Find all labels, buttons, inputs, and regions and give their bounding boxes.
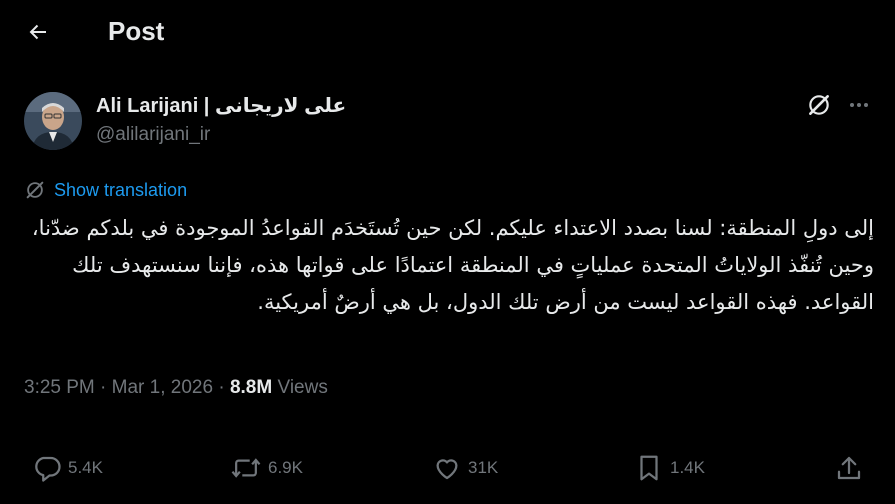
author-handle[interactable]: @alilarijani_ir bbox=[96, 124, 210, 146]
like-button[interactable]: 31K bbox=[432, 448, 498, 488]
page-title: Post bbox=[108, 16, 165, 46]
show-translation-label: Show translation bbox=[54, 179, 188, 200]
share-button[interactable] bbox=[834, 448, 864, 488]
reply-button[interactable]: 5.4K bbox=[32, 448, 103, 488]
avatar[interactable] bbox=[24, 92, 82, 150]
repost-icon bbox=[231, 458, 261, 478]
like-count: 31K bbox=[468, 458, 499, 477]
more-button[interactable] bbox=[844, 90, 874, 120]
tweet-text: إلى دولِ المنطقة: لسنا بصدد الاعتداء علي… bbox=[31, 216, 874, 314]
reply-count: 5.4K bbox=[68, 458, 103, 477]
repost-count: 6.9K bbox=[268, 458, 303, 477]
action-bar: 5.4K 6.9K 31K 1.4K bbox=[0, 448, 895, 488]
more-icon bbox=[850, 103, 868, 107]
tweet-meta: 3:25 PM · Mar 1, 2026 · 8.8M Views bbox=[24, 377, 328, 399]
bookmark-icon bbox=[640, 455, 658, 481]
views-label: Views bbox=[277, 377, 328, 398]
avatar-image bbox=[24, 92, 82, 150]
translate-icon bbox=[26, 181, 44, 199]
top-bar: Post bbox=[0, 0, 895, 64]
bookmark-button[interactable]: 1.4K bbox=[634, 448, 705, 488]
share-icon bbox=[837, 456, 861, 480]
repost-button[interactable]: 6.9K bbox=[230, 448, 303, 488]
bookmark-count: 1.4K bbox=[670, 458, 705, 477]
back-arrow-icon bbox=[29, 24, 46, 40]
like-icon bbox=[436, 459, 458, 480]
post-time[interactable]: 3:25 PM bbox=[24, 377, 95, 398]
reply-icon bbox=[35, 456, 61, 482]
meta-separator: · bbox=[100, 377, 112, 398]
show-translation-link[interactable]: Show translation bbox=[24, 178, 187, 202]
views-count: 8.8M bbox=[229, 377, 273, 398]
back-button[interactable] bbox=[22, 16, 54, 48]
meta-separator: · bbox=[218, 377, 230, 398]
post-date[interactable]: Mar 1, 2026 bbox=[112, 377, 213, 398]
grok-icon bbox=[809, 95, 829, 115]
grok-button[interactable] bbox=[804, 90, 834, 120]
author-display-name[interactable]: Ali Larijani | علی لاریجانی bbox=[96, 93, 346, 118]
